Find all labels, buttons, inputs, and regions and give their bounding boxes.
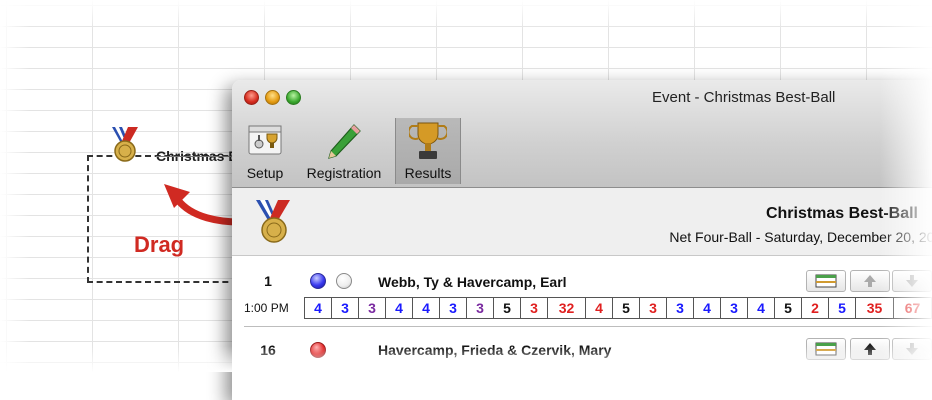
scorecard-button[interactable] <box>806 338 846 360</box>
score-cell: 3 <box>721 298 748 318</box>
close-button[interactable] <box>244 90 259 105</box>
window-title: Event - Christmas Best-Ball <box>652 89 836 106</box>
score-row: 4 3 3 4 4 3 3 5 3 32 4 5 3 3 4 3 4 5 2 5 35 67 <box>304 297 932 319</box>
score-cell: 3 <box>521 298 548 318</box>
event-name: Christmas Best-Ball <box>765 205 918 222</box>
up-arrow-icon <box>864 343 876 355</box>
group-divider <box>244 326 932 327</box>
score-cell: 4 <box>748 298 775 318</box>
setup-button[interactable]: Setup <box>238 120 292 184</box>
score-total-cell: 67 <box>894 298 932 318</box>
scorecard-button[interactable] <box>806 270 846 292</box>
results-label: Results <box>404 165 452 181</box>
score-total-cell: 32 <box>548 298 586 318</box>
score-cell: 3 <box>332 298 359 318</box>
pencil-icon <box>328 124 361 159</box>
setup-icon <box>248 125 282 155</box>
score-cell: 5 <box>829 298 856 318</box>
blue-ball-icon <box>310 273 326 289</box>
results-button[interactable]: Results <box>395 118 461 184</box>
scorecard-icon <box>815 342 837 356</box>
registration-button[interactable]: Registration <box>296 120 392 184</box>
score-cell: 3 <box>640 298 667 318</box>
score-cell: 3 <box>359 298 386 318</box>
score-cell: 5 <box>775 298 802 318</box>
move-up-button[interactable] <box>850 338 890 360</box>
score-cell: 4 <box>386 298 413 318</box>
event-window: Event - Christmas Best-Ball Setup Regist… <box>232 80 932 400</box>
group-row: 16 Havercamp, Frieda & Czervik, Mary <box>232 328 932 398</box>
grid-fade <box>0 0 932 30</box>
medal-icon <box>256 200 290 243</box>
drag-label: Drag <box>134 232 185 257</box>
score-cell: 4 <box>694 298 721 318</box>
score-cell: 5 <box>494 298 521 318</box>
zoom-button[interactable] <box>286 90 301 105</box>
tee-time: 1:00 PM <box>244 301 289 315</box>
score-cell: 5 <box>613 298 640 318</box>
score-cell: 4 <box>305 298 332 318</box>
score-cell: 3 <box>440 298 467 318</box>
white-ball-icon <box>336 273 352 289</box>
down-arrow-icon <box>906 343 918 355</box>
group-number: 16 <box>260 342 276 358</box>
scorecard-icon <box>815 274 837 288</box>
down-arrow-icon <box>906 275 918 287</box>
trophy-icon <box>409 122 447 159</box>
score-cell: 4 <box>413 298 440 318</box>
move-up-button[interactable] <box>850 270 890 292</box>
grid-fade-left <box>0 0 30 372</box>
registration-label: Registration <box>306 165 382 181</box>
medal-icon[interactable] <box>106 125 144 163</box>
up-arrow-icon <box>864 275 876 287</box>
event-subtitle: Net Four-Ball - Saturday, December 20, 2… <box>669 229 932 245</box>
score-cell: 2 <box>802 298 829 318</box>
event-header: Christmas Best-Ball Net Four-Ball - Satu… <box>232 188 932 256</box>
group-number: 1 <box>264 273 272 289</box>
move-down-button[interactable] <box>892 270 932 292</box>
score-cell: 3 <box>667 298 694 318</box>
red-ball-icon <box>310 342 326 358</box>
group-row: 1 Webb, Ty & Havercamp, Earl 1:00 PM 433… <box>232 256 932 324</box>
group-players: Webb, Ty & Havercamp, Earl <box>378 274 567 290</box>
score-cell: 4 <box>586 298 613 318</box>
move-down-button[interactable] <box>892 338 932 360</box>
score-total-cell: 35 <box>856 298 894 318</box>
window-toolbar: Event - Christmas Best-Ball Setup Regist… <box>232 80 932 188</box>
setup-label: Setup <box>246 165 284 181</box>
minimize-button[interactable] <box>265 90 280 105</box>
score-cell: 3 <box>467 298 494 318</box>
group-players: Havercamp, Frieda & Czervik, Mary <box>378 342 612 358</box>
